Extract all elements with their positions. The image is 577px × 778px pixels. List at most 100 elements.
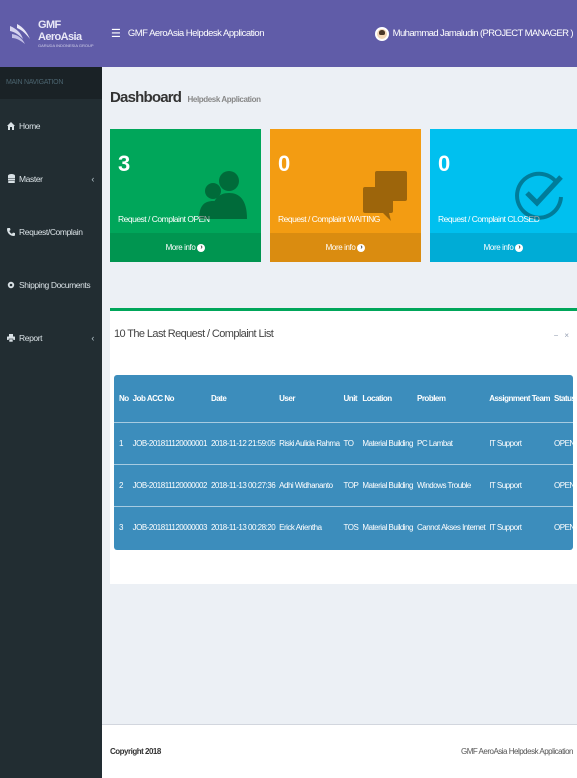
stat-box-open: 3 Request / Complaint OPEN More info › <box>110 129 261 262</box>
cell-problem: PC Lambat <box>416 438 453 448</box>
cell-date: 2018-11-13 00:28:20 <box>210 523 276 533</box>
phone-icon <box>6 227 16 236</box>
arrow-circle-right-icon: › <box>357 243 366 252</box>
cell-unit: TOP <box>343 480 359 490</box>
cell-team: IT Support <box>489 438 522 448</box>
more-info-link[interactable]: More info › <box>110 233 261 262</box>
nav-header: MAIN NAVIGATION <box>0 67 102 99</box>
app-title: GMF AeroAsia Helpdesk Application <box>127 28 265 39</box>
column-header: Location <box>362 393 392 403</box>
cell-user: Erick Arientha <box>279 523 322 533</box>
table-row[interactable]: 3 JOB-201811120000003 2018-11-13 00:28:2… <box>114 506 577 549</box>
cell-job-no: JOB-201811120000001 <box>132 438 208 448</box>
more-info-link[interactable]: More info › <box>430 233 577 262</box>
stat-count: 3 <box>118 151 131 176</box>
print-icon <box>6 333 16 342</box>
sidebar-item-label: Request/Complain <box>19 226 83 237</box>
chevron-left-icon: ‹ <box>91 173 94 184</box>
user-name: Muhammad Jamaludin (PROJECT MANAGER ) <box>392 28 574 39</box>
arrow-circle-right-icon: › <box>515 243 524 252</box>
cell-unit: TOS <box>343 523 359 533</box>
column-header: Date <box>210 393 227 403</box>
cell-status: OPEN <box>554 523 575 533</box>
cell-job-no: JOB-201811120000003 <box>132 523 208 533</box>
cell-no: 2 <box>119 480 123 490</box>
page-subtitle: Helpdesk Application <box>187 95 261 104</box>
stat-count: 0 <box>278 151 291 176</box>
complaint-list-box: 10 The Last Request / Complaint List − ×… <box>110 308 577 584</box>
page-title: Dashboard Helpdesk Application <box>110 89 261 106</box>
column-header: Unit <box>343 393 358 403</box>
list-title: 10 The Last Request / Complaint List <box>114 328 274 340</box>
page-footer: Copyright 2018 GMF AeroAsia Helpdesk App… <box>102 724 577 778</box>
table-header-row: No Job ACC No Date User Unit Location Pr… <box>114 375 577 422</box>
stat-label: Request / Complaint OPEN <box>118 214 210 224</box>
home-icon <box>6 121 16 130</box>
cell-no: 1 <box>119 438 123 448</box>
sidebar-item-shipping-documents[interactable]: Shipping Documents <box>0 258 102 311</box>
sidebar-item-label: Home <box>19 120 41 131</box>
sidebar-item-label: Master <box>19 173 43 184</box>
close-icon[interactable]: × <box>564 331 569 340</box>
brand-logo[interactable]: GMF AeroAsia GARUDA INDONESIA GROUP <box>0 0 102 67</box>
more-info-label: More info <box>165 243 196 252</box>
check-circle-icon <box>515 171 563 220</box>
more-info-label: More info <box>483 243 514 252</box>
cell-location: Material Building <box>362 480 413 490</box>
sidebar-item-label: Report <box>19 332 43 343</box>
stat-box-closed: 0 Request / Complaint CLOSED More info › <box>430 129 577 262</box>
chevron-left-icon: ‹ <box>91 332 94 343</box>
stat-count: 0 <box>438 151 451 176</box>
footer-app-name: GMF AeroAsia Helpdesk Application <box>460 747 574 756</box>
column-header: Status <box>554 393 576 403</box>
cell-date: 2018-11-12 21:59:05 <box>210 438 276 448</box>
cell-location: Material Building <box>362 523 413 533</box>
top-navbar: ☰ GMF AeroAsia Helpdesk Application Muha… <box>102 0 577 67</box>
column-header: Problem <box>416 393 446 403</box>
cell-user: Adhi Widhananto <box>279 480 333 490</box>
sidebar-item-report[interactable]: Report ‹ <box>0 311 102 364</box>
column-header: User <box>279 393 295 403</box>
settings-icon <box>6 281 16 289</box>
brand-name: GMF AeroAsia <box>38 19 82 43</box>
sidebar-item-home[interactable]: Home <box>0 99 102 152</box>
sidebar-item-master[interactable]: Master ‹ <box>0 152 102 205</box>
cell-job-no: JOB-201811120000002 <box>132 480 208 490</box>
page-title-text: Dashboard <box>110 89 182 106</box>
column-header: No <box>119 393 129 403</box>
cell-no: 3 <box>119 523 123 533</box>
cell-problem: Windows Trouble <box>416 480 471 490</box>
main-content: Dashboard Helpdesk Application 3 Request… <box>102 67 577 724</box>
chat-bubbles-icon <box>363 171 407 221</box>
sidebar-item-request-complain[interactable]: Request/Complain <box>0 205 102 258</box>
cell-team: IT Support <box>489 480 522 490</box>
sidebar-item-label: Shipping Documents <box>19 279 91 290</box>
brand-tagline: GARUDA INDONESIA GROUP <box>38 43 94 48</box>
table-row[interactable]: 1 JOB-201811120000001 2018-11-12 21:59:0… <box>114 422 577 464</box>
cell-location: Material Building <box>362 438 413 448</box>
user-menu[interactable]: Muhammad Jamaludin (PROJECT MANAGER ) <box>374 26 577 41</box>
database-icon <box>6 174 16 183</box>
cell-user: Riski Aulida Rahma <box>279 438 340 448</box>
cell-problem: Cannot Akses Internet <box>416 523 486 533</box>
column-header: Assignment Team <box>489 393 551 403</box>
more-info-link[interactable]: More info › <box>270 233 421 262</box>
cell-status: OPEN <box>554 480 575 490</box>
avatar <box>374 26 389 41</box>
hamburger-menu-icon[interactable]: ☰ <box>102 27 128 40</box>
cell-team: IT Support <box>489 523 522 533</box>
cell-date: 2018-11-13 00:27:36 <box>210 480 276 490</box>
complaint-table: No Job ACC No Date User Unit Location Pr… <box>114 375 577 550</box>
logo-icon <box>10 23 30 44</box>
cell-unit: TO <box>343 438 354 448</box>
stat-box-waiting: 0 Request / Complaint WAITING More info … <box>270 129 421 262</box>
cell-status: OPEN <box>554 438 575 448</box>
arrow-circle-right-icon: › <box>197 243 206 252</box>
users-icon <box>199 171 247 219</box>
column-header: Job ACC No <box>132 393 175 403</box>
collapse-icon[interactable]: − <box>554 331 559 340</box>
sidebar: GMF AeroAsia GARUDA INDONESIA GROUP MAIN… <box>0 0 102 778</box>
copyright: Copyright 2018 <box>110 747 161 756</box>
more-info-label: More info <box>325 243 356 252</box>
table-row[interactable]: 2 JOB-201811120000002 2018-11-13 00:27:3… <box>114 464 577 506</box>
